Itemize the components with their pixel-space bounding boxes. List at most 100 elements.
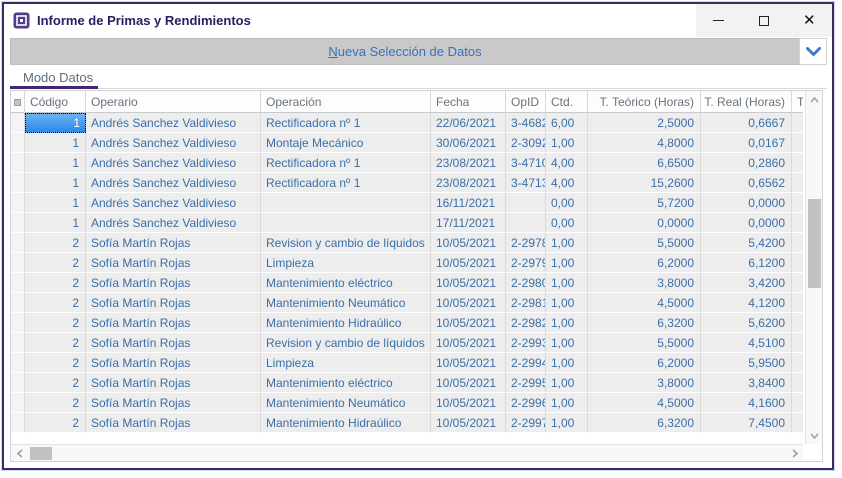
cell-operacion[interactable]: Revision y cambio de líquidos — [261, 233, 431, 253]
cell-teorico[interactable]: 15,2600 — [588, 173, 701, 193]
cell-fecha[interactable]: 23/08/2021 — [431, 153, 506, 173]
cell-codigo[interactable]: 1 — [25, 173, 86, 193]
cell-ctd[interactable]: 1,00 — [546, 233, 588, 253]
cell-teorico[interactable]: 2,5000 — [588, 113, 701, 133]
cell-ctd[interactable]: 1,00 — [546, 413, 588, 433]
cell-operacion[interactable] — [261, 193, 431, 213]
cell-operacion[interactable]: Montaje Mecánico — [261, 133, 431, 153]
row-selector-cell[interactable] — [11, 173, 25, 193]
cell-codigo[interactable]: 1 — [25, 113, 86, 133]
cell-real[interactable]: 0,0000 — [701, 193, 792, 213]
table-row[interactable]: 1 Andrés Sanchez Valdivieso Rectificador… — [11, 173, 803, 193]
cell-teorico[interactable]: 4,5000 — [588, 393, 701, 413]
cell-operacion[interactable]: Mantenimiento Hidraúlico — [261, 413, 431, 433]
cell-t-partial[interactable] — [792, 413, 803, 433]
cell-operacion[interactable]: Mantenimiento Neumático — [261, 393, 431, 413]
cell-real[interactable]: 5,4200 — [701, 233, 792, 253]
cell-operario[interactable]: Sofía Martín Rojas — [86, 353, 261, 373]
cell-opid[interactable]: 2-2996 — [506, 393, 546, 413]
table-row[interactable]: 1 Andrés Sanchez Valdivieso 17/11/2021 0… — [11, 213, 803, 233]
cell-t-partial[interactable] — [792, 393, 803, 413]
cell-operario[interactable]: Sofía Martín Rojas — [86, 253, 261, 273]
cell-opid[interactable]: 2-2994 — [506, 353, 546, 373]
cell-ctd[interactable]: 6,00 — [546, 113, 588, 133]
scroll-left-button[interactable] — [11, 445, 28, 462]
cell-t-partial[interactable] — [792, 153, 803, 173]
header-codigo[interactable]: Código — [25, 91, 86, 113]
cell-codigo[interactable]: 2 — [25, 273, 86, 293]
cell-operacion[interactable]: Limpieza — [261, 353, 431, 373]
cell-fecha[interactable]: 16/11/2021 — [431, 193, 506, 213]
header-t-partial[interactable]: T — [792, 91, 803, 113]
cell-operario[interactable]: Sofía Martín Rojas — [86, 293, 261, 313]
cell-codigo[interactable]: 2 — [25, 413, 86, 433]
cell-teorico[interactable]: 4,8000 — [588, 133, 701, 153]
cell-codigo[interactable]: 1 — [25, 133, 86, 153]
cell-fecha[interactable]: 10/05/2021 — [431, 313, 506, 333]
cell-operario[interactable]: Andrés Sanchez Valdivieso — [86, 133, 261, 153]
table-row[interactable]: 2 Sofía Martín Rojas Revision y cambio d… — [11, 333, 803, 353]
cell-operario[interactable]: Andrés Sanchez Valdivieso — [86, 113, 261, 133]
cell-operacion[interactable] — [261, 213, 431, 233]
cell-t-partial[interactable] — [792, 313, 803, 333]
cell-fecha[interactable]: 30/06/2021 — [431, 133, 506, 153]
cell-real[interactable]: 4,1200 — [701, 293, 792, 313]
row-selector-cell[interactable] — [11, 313, 25, 333]
table-row[interactable]: 1 Andrés Sanchez Valdivieso 16/11/2021 0… — [11, 193, 803, 213]
cell-opid[interactable]: 2-2981 — [506, 293, 546, 313]
cell-operacion[interactable]: Rectificadora nº 1 — [261, 153, 431, 173]
cell-t-partial[interactable] — [792, 233, 803, 253]
cell-teorico[interactable]: 5,5000 — [588, 233, 701, 253]
cell-ctd[interactable]: 4,00 — [546, 153, 588, 173]
horizontal-scrollbar[interactable] — [11, 444, 803, 461]
cell-real[interactable]: 4,1600 — [701, 393, 792, 413]
scroll-up-button[interactable] — [806, 91, 823, 108]
row-selector-cell[interactable] — [11, 233, 25, 253]
cell-operacion[interactable]: Mantenimiento Neumático — [261, 293, 431, 313]
row-selector-cell[interactable] — [11, 253, 25, 273]
collapse-selection-button[interactable] — [799, 38, 827, 65]
row-selector-cell[interactable] — [11, 193, 25, 213]
cell-opid[interactable]: 2-2997 — [506, 413, 546, 433]
cell-codigo[interactable]: 1 — [25, 213, 86, 233]
header-teorico[interactable]: T. Teórico (Horas) — [588, 91, 701, 113]
cell-t-partial[interactable] — [792, 333, 803, 353]
row-selector-cell[interactable] — [11, 353, 25, 373]
cell-operario[interactable]: Sofía Martín Rojas — [86, 413, 261, 433]
cell-teorico[interactable]: 5,7200 — [588, 193, 701, 213]
row-selector-cell[interactable] — [11, 213, 25, 233]
table-row[interactable]: 1 Andrés Sanchez Valdivieso Montaje Mecá… — [11, 133, 803, 153]
cell-operacion[interactable]: Revision y cambio de líquidos — [261, 333, 431, 353]
cell-codigo[interactable]: 2 — [25, 293, 86, 313]
table-row[interactable]: 2 Sofía Martín Rojas Mantenimiento eléct… — [11, 373, 803, 393]
table-row[interactable]: 2 Sofía Martín Rojas Limpieza 10/05/2021… — [11, 253, 803, 273]
table-row[interactable]: 2 Sofía Martín Rojas Mantenimiento Hidra… — [11, 413, 803, 433]
cell-t-partial[interactable] — [792, 213, 803, 233]
cell-opid[interactable]: 2-2980 — [506, 273, 546, 293]
row-selector-cell[interactable] — [11, 333, 25, 353]
minimize-button[interactable] — [696, 4, 741, 37]
table-row[interactable]: 2 Sofía Martín Rojas Mantenimiento Neumá… — [11, 393, 803, 413]
cell-opid[interactable] — [506, 193, 546, 213]
cell-ctd[interactable]: 1,00 — [546, 373, 588, 393]
cell-t-partial[interactable] — [792, 293, 803, 313]
cell-opid[interactable]: 2-3092 — [506, 133, 546, 153]
cell-teorico[interactable]: 6,6500 — [588, 153, 701, 173]
cell-fecha[interactable]: 10/05/2021 — [431, 373, 506, 393]
cell-fecha[interactable]: 17/11/2021 — [431, 213, 506, 233]
cell-teorico[interactable]: 6,3200 — [588, 313, 701, 333]
cell-real[interactable]: 3,8400 — [701, 373, 792, 393]
cell-opid[interactable]: 3-4713 — [506, 173, 546, 193]
cell-operacion[interactable]: Rectificadora nº 1 — [261, 173, 431, 193]
select-all-header[interactable] — [11, 91, 25, 113]
cell-ctd[interactable]: 4,00 — [546, 173, 588, 193]
cell-codigo[interactable]: 1 — [25, 153, 86, 173]
row-selector-cell[interactable] — [11, 373, 25, 393]
cell-ctd[interactable]: 1,00 — [546, 133, 588, 153]
cell-t-partial[interactable] — [792, 273, 803, 293]
cell-opid[interactable]: 2-2979 — [506, 253, 546, 273]
cell-t-partial[interactable] — [792, 253, 803, 273]
cell-fecha[interactable]: 10/05/2021 — [431, 393, 506, 413]
cell-operacion[interactable]: Mantenimiento eléctrico — [261, 273, 431, 293]
cell-real[interactable]: 0,6562 — [701, 173, 792, 193]
